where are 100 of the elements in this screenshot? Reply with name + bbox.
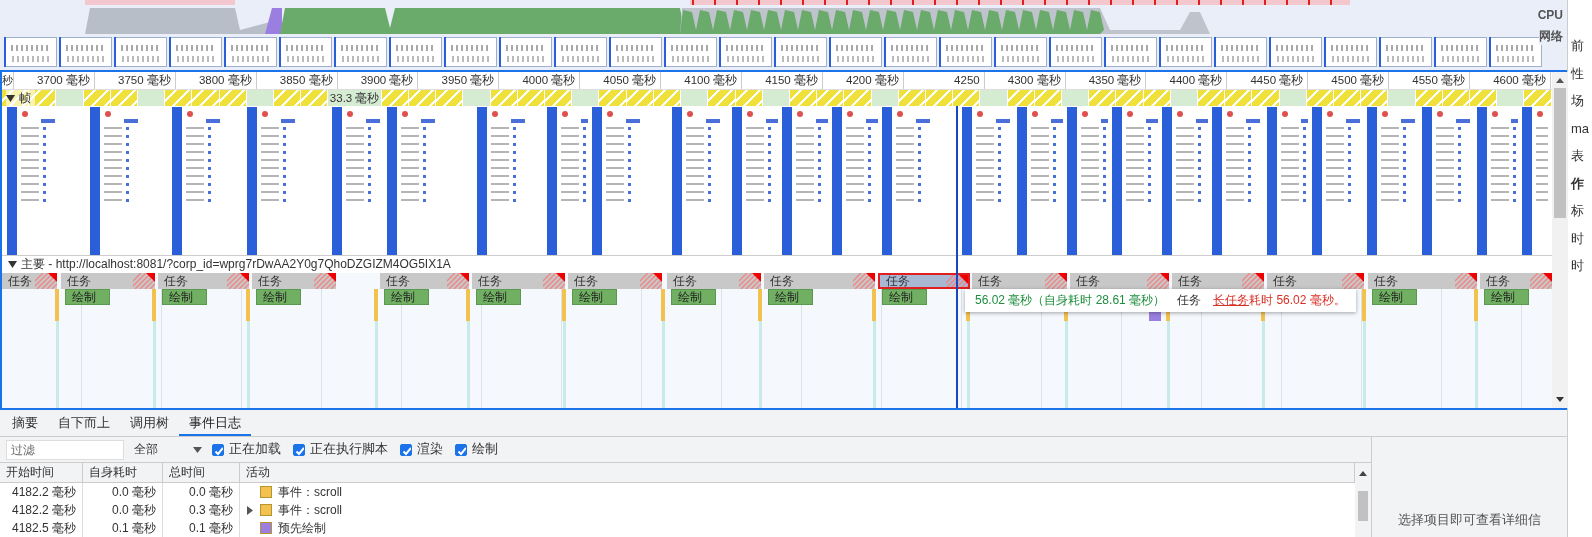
column-header[interactable]: 自身耗时 xyxy=(83,463,163,482)
checkbox[interactable] xyxy=(212,443,224,456)
checkbox-option[interactable]: 绘制 xyxy=(455,441,498,458)
filmstrip-thumbnail xyxy=(1049,37,1102,67)
column-header[interactable]: 活动 xyxy=(240,463,1355,482)
dropped-frame xyxy=(192,90,219,106)
long-task-link[interactable]: 长任务 xyxy=(1213,293,1250,307)
task-bar[interactable]: 任务 xyxy=(1172,273,1264,289)
tab[interactable]: 调用树 xyxy=(120,413,179,436)
column-header[interactable]: 总时间 xyxy=(163,463,240,482)
paint-bar[interactable]: 绘制 xyxy=(1372,289,1417,305)
task-bar[interactable]: 任务 xyxy=(1480,273,1552,289)
time-tick-label: 3850 毫秒 xyxy=(256,72,338,89)
dropped-frame xyxy=(1524,90,1551,106)
task-bar[interactable]: 任务 xyxy=(61,273,155,289)
checkbox-option[interactable]: 渲染 xyxy=(400,441,443,458)
paint-bar[interactable]: 绘制 xyxy=(768,289,813,305)
expand-arrow-icon[interactable] xyxy=(246,505,254,515)
panel-label: 时 xyxy=(1570,229,1585,248)
filmstrip-thumbnail xyxy=(499,37,552,67)
task-bar[interactable]: 任务 xyxy=(472,273,565,289)
paint-bar[interactable]: 绘制 xyxy=(1484,289,1529,305)
task-bar[interactable]: 任务 xyxy=(158,273,249,289)
checkbox[interactable] xyxy=(455,443,467,456)
task-bar[interactable]: 任务 xyxy=(764,273,875,289)
task-bar[interactable]: 任务 xyxy=(2,273,57,289)
task-bar[interactable]: 任务 xyxy=(568,273,662,289)
dropped-frame xyxy=(29,90,56,106)
time-tick-label: 4400 毫秒 xyxy=(1146,72,1228,89)
column-header[interactable]: 开始时间 xyxy=(0,463,83,482)
dropped-frame xyxy=(1333,90,1361,106)
time-tick-label: 3900 毫秒 xyxy=(337,72,419,89)
idle-frame xyxy=(980,90,1007,106)
filmstrip-thumbnail xyxy=(169,37,222,67)
filmstrip-thumbnail xyxy=(719,37,772,67)
dropped-frame xyxy=(1306,90,1333,106)
dropped-frame xyxy=(898,90,925,106)
panel-label: 时 xyxy=(1570,257,1585,275)
filmstrip-thumbnail xyxy=(59,37,112,67)
task-bar[interactable]: 任务 xyxy=(380,273,469,289)
category-dropdown[interactable]: 全部 xyxy=(130,441,206,458)
idle-frame xyxy=(246,90,274,106)
scroll-up-icon[interactable] xyxy=(1358,469,1368,477)
expand-arrow-icon[interactable] xyxy=(8,260,17,269)
paint-bar[interactable]: 绘制 xyxy=(882,289,927,305)
long-task-marker-icon xyxy=(946,275,968,287)
filmstrip-thumbnail xyxy=(1214,37,1267,67)
scrollbar[interactable] xyxy=(1552,72,1568,408)
dropped-frame xyxy=(1089,90,1116,106)
task-bar[interactable]: 任务 xyxy=(972,273,1067,289)
scroll-up-icon[interactable] xyxy=(1555,76,1565,84)
dropped-frame xyxy=(490,90,517,106)
paint-bar[interactable]: 绘制 xyxy=(256,289,301,305)
filmstrip-thumbnail xyxy=(334,37,387,67)
dropped-frame xyxy=(1252,90,1279,106)
time-tick-label: 4350 毫秒 xyxy=(1065,72,1147,89)
tab[interactable]: 自下而上 xyxy=(48,413,120,436)
idle-frame xyxy=(1497,90,1524,106)
dropped-frame xyxy=(1470,90,1497,106)
filmstrip-thumbnail xyxy=(1269,37,1322,67)
filmstrip-thumbnail xyxy=(389,37,442,67)
paint-bar[interactable]: 绘制 xyxy=(65,289,110,305)
dropped-frame xyxy=(1007,90,1034,106)
dropped-frame xyxy=(817,90,844,106)
paint-bar[interactable]: 绘制 xyxy=(671,289,716,305)
filmstrip-thumbnail xyxy=(609,37,662,67)
time-tick-label: 3950 毫秒 xyxy=(418,72,500,89)
paint-bar[interactable]: 绘制 xyxy=(162,289,207,305)
filter-field[interactable]: 过滤 xyxy=(6,439,124,460)
dropped-frame xyxy=(219,90,246,106)
details-hint: 选择项目即可查看详细信 xyxy=(1398,511,1541,529)
track-title: 主要 - http://localhost:8081/?corp_id=wprg7rDwAA2Y0g7QhoDZGIZM4OG5IX1A xyxy=(21,256,451,273)
task-bar[interactable]: 任务 xyxy=(1368,273,1477,289)
dropped-frame xyxy=(1197,90,1225,106)
dropped-frame xyxy=(599,90,626,106)
task-bar[interactable]: 任务 xyxy=(878,273,970,289)
time-tick-label: 3800 毫秒 xyxy=(175,72,257,89)
panel-label: 性 xyxy=(1570,64,1585,83)
tab[interactable]: 摘要 xyxy=(2,413,48,436)
filmstrip-thumbnail xyxy=(829,37,882,67)
checkbox[interactable] xyxy=(293,443,305,456)
filmstrip-thumbnail xyxy=(224,37,277,67)
paint-bar[interactable]: 绘制 xyxy=(384,289,429,305)
dropped-frame xyxy=(953,90,980,106)
dropped-frame xyxy=(1415,90,1442,106)
task-bar[interactable]: 任务 xyxy=(1070,273,1169,289)
task-bar[interactable]: 任务 xyxy=(1267,273,1364,289)
table-cell: 事件：scroll xyxy=(278,483,342,501)
task-bar[interactable]: 任务 xyxy=(252,273,336,289)
checkbox-option[interactable]: 正在执行脚本 xyxy=(293,441,388,458)
task-bar[interactable]: 任务 xyxy=(667,273,761,289)
idle-frame xyxy=(681,90,708,106)
dropped-frame xyxy=(626,90,653,106)
filmstrip-thumbnail xyxy=(1489,37,1542,67)
paint-bar[interactable]: 绘制 xyxy=(476,289,521,305)
paint-bar[interactable]: 绘制 xyxy=(572,289,617,305)
checkbox[interactable] xyxy=(400,443,412,456)
expand-arrow-icon[interactable] xyxy=(6,93,15,103)
scroll-down-icon[interactable] xyxy=(1555,396,1565,404)
checkbox-option[interactable]: 正在加载 xyxy=(212,441,281,458)
